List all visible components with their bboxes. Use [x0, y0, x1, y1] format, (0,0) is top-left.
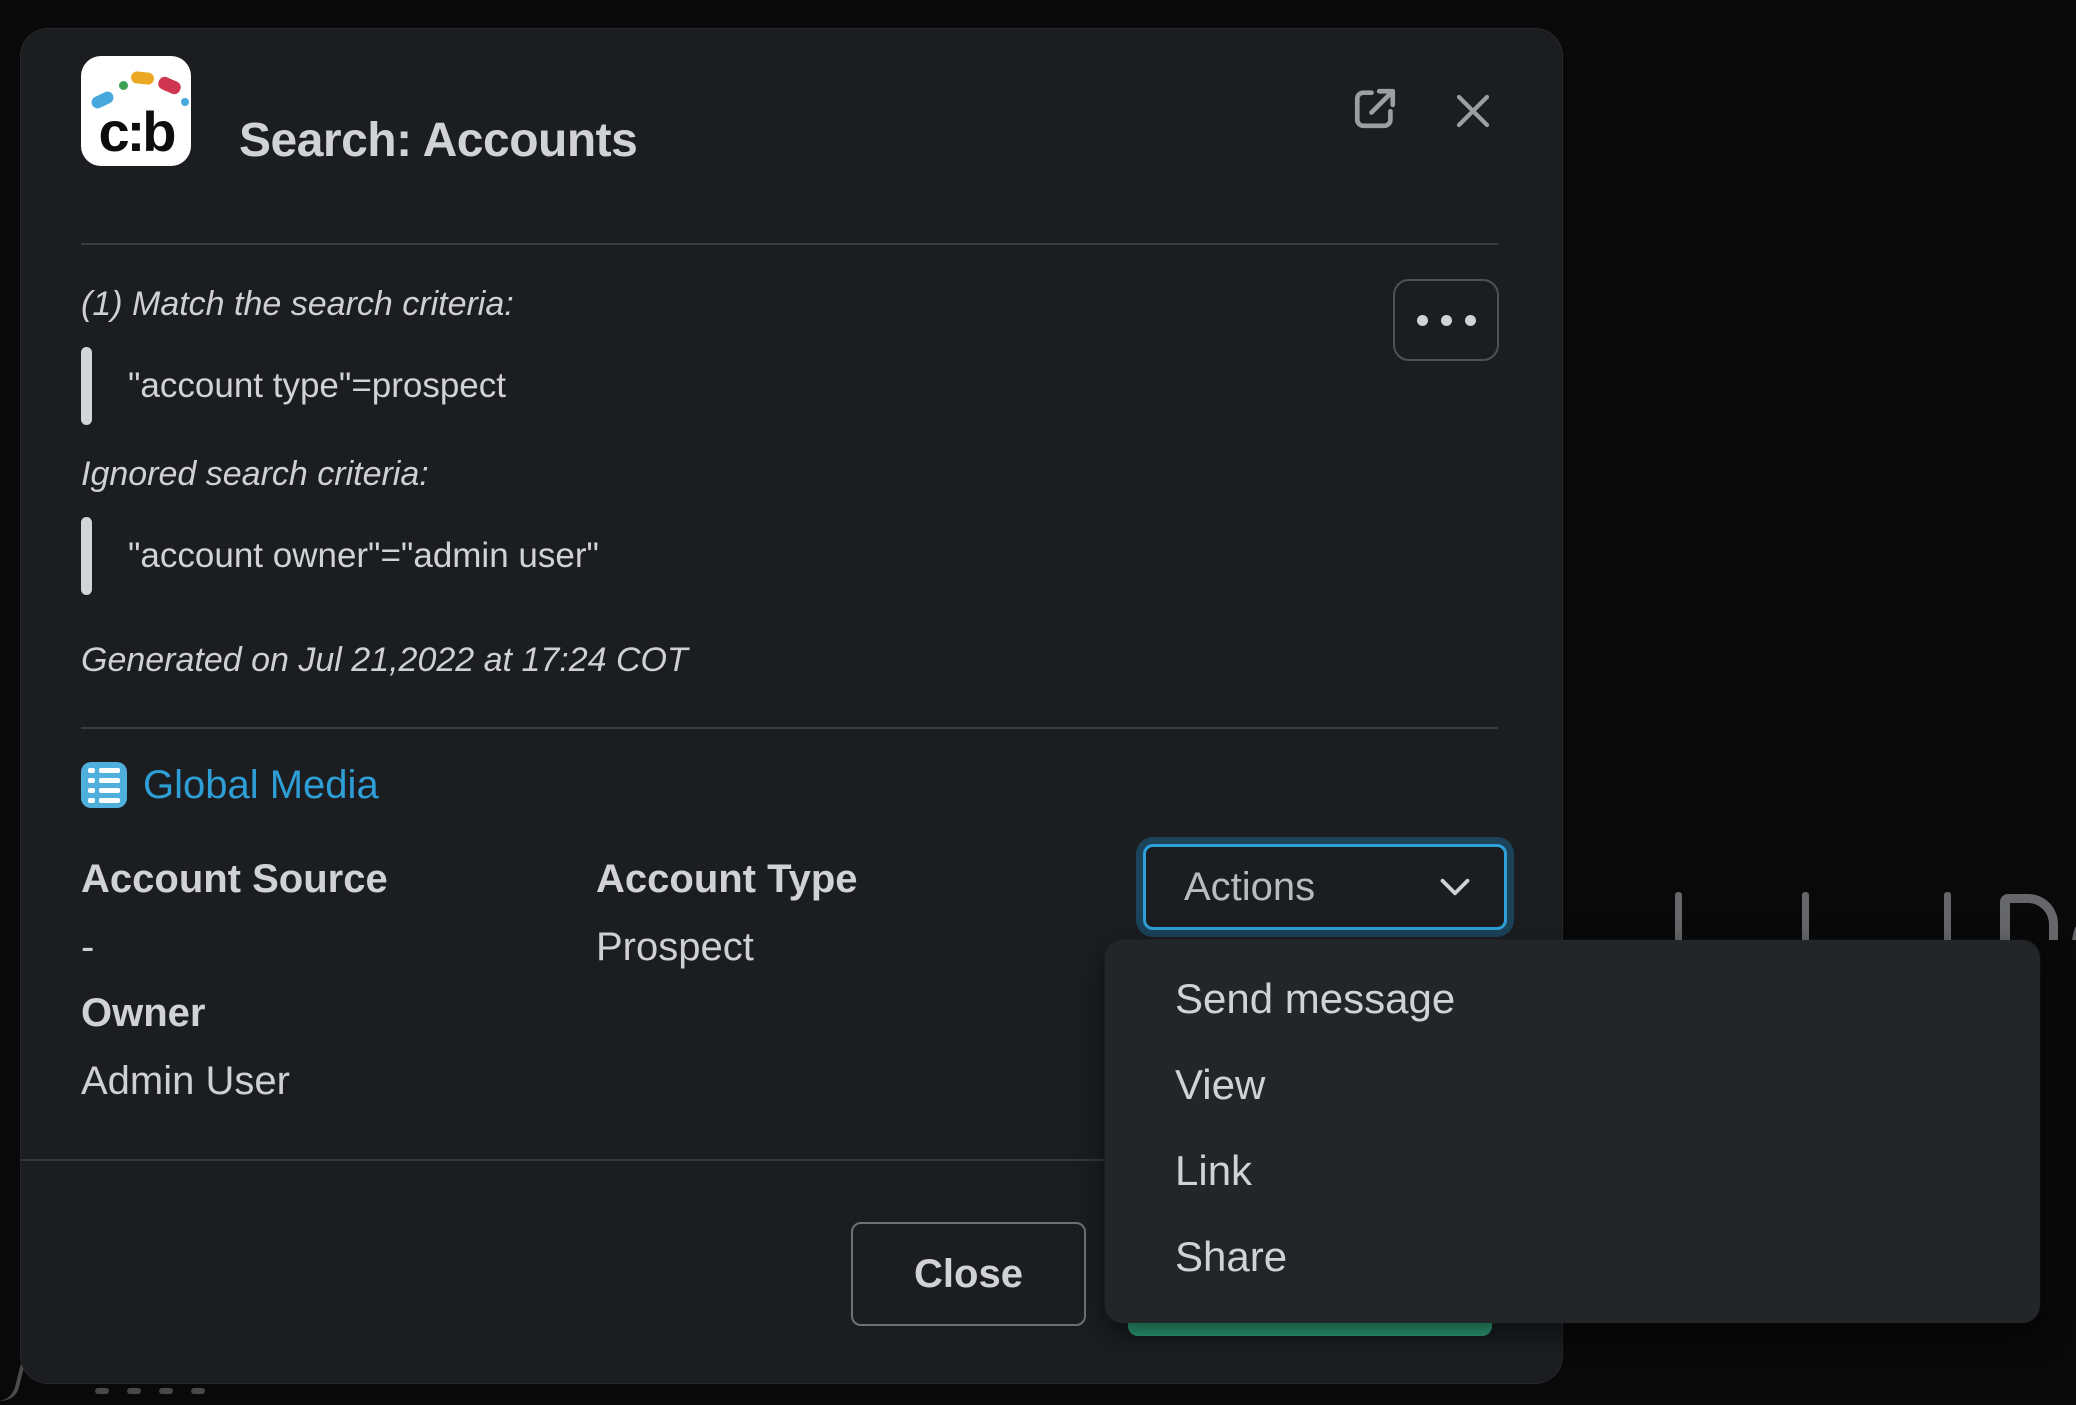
actions-dropdown-button[interactable]: Actions: [1143, 844, 1507, 930]
quote-text: "account type"=prospect: [128, 366, 506, 406]
background-text-fragment: [95, 1388, 205, 1394]
close-icon: [1449, 87, 1497, 135]
logo-text: c:b: [81, 99, 191, 164]
field-label-owner: Owner: [81, 991, 205, 1036]
background-text-fragment: [0, 1359, 24, 1404]
quote-bar: [81, 517, 92, 595]
record-name-link[interactable]: Global Media: [143, 763, 379, 808]
header-divider: [81, 243, 1498, 245]
match-criteria-line: (1) Match the search criteria:: [81, 285, 514, 324]
field-value-account-source: -: [81, 925, 94, 970]
open-external-button[interactable]: [1347, 81, 1403, 137]
menu-item-send-message[interactable]: Send message: [1105, 956, 2040, 1042]
quote-text: "account owner"="admin user": [128, 536, 599, 576]
field-value-owner: Admin User: [81, 1059, 290, 1104]
logo-green-dot: [119, 81, 128, 90]
ignored-criteria-line: Ignored search criteria:: [81, 455, 429, 494]
actions-button-label: Actions: [1184, 865, 1315, 910]
menu-item-share[interactable]: Share: [1105, 1214, 2040, 1300]
close-modal-button[interactable]: [1449, 87, 1497, 135]
background-text-fragment: [1580, 880, 2076, 940]
ellipsis-icon: [1417, 315, 1428, 326]
ignored-criteria-quote: "account owner"="admin user": [81, 517, 599, 595]
record-row: Global Media: [81, 761, 379, 809]
quote-bar: [81, 347, 92, 425]
record-list-icon: [81, 762, 127, 808]
close-button[interactable]: Close: [851, 1222, 1086, 1326]
field-value-account-type: Prospect: [596, 925, 754, 970]
crossbeam-app-logo: c:b: [81, 56, 191, 166]
external-link-icon: [1347, 81, 1403, 137]
chevron-down-icon: [1440, 878, 1470, 896]
match-criteria-quote: "account type"=prospect: [81, 347, 506, 425]
field-label-account-source: Account Source: [81, 857, 388, 902]
field-label-account-type: Account Type: [596, 857, 858, 902]
menu-item-view[interactable]: View: [1105, 1042, 2040, 1128]
generated-timestamp: Generated on Jul 21,2022 at 17:24 COT: [81, 641, 688, 680]
actions-dropdown-menu: Send message View Link Share: [1105, 940, 2040, 1323]
menu-item-link[interactable]: Link: [1105, 1128, 2040, 1214]
modal-title: Search: Accounts: [239, 113, 637, 168]
message-overflow-button[interactable]: [1393, 279, 1499, 361]
logo-red-pill: [156, 75, 182, 96]
section-divider: [81, 727, 1498, 729]
logo-yellow-pill: [130, 71, 154, 85]
